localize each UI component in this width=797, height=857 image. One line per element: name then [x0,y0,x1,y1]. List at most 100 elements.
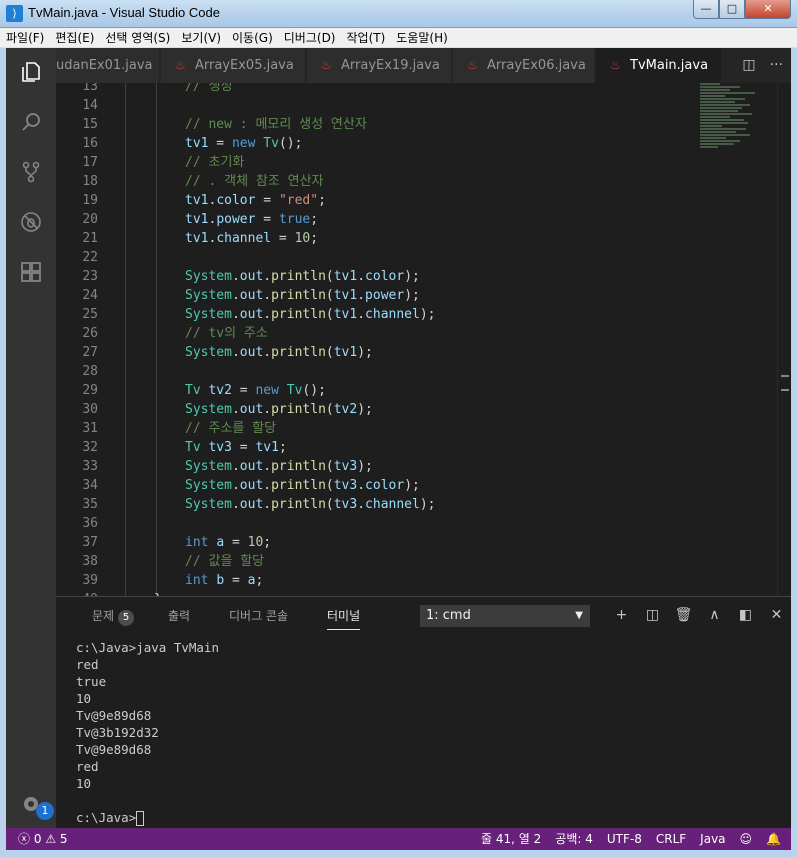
search-icon[interactable] [19,110,43,134]
line-number: 28 [82,364,98,379]
feedback-icon[interactable]: ☺ [740,828,753,850]
close-panel-icon[interactable]: ✕ [761,607,792,623]
menu-selection[interactable]: 선택 영역(S) [105,29,170,46]
code-line[interactable]: 29 Tv tv2 = new Tv(); [56,381,756,400]
minimize-button[interactable]: — [693,0,719,19]
panel-tab-terminal[interactable]: 터미널 [327,607,361,630]
code-line[interactable]: 19 tv1.color = "red"; [56,191,756,210]
code-text: System.out.println(tv2); [185,402,373,417]
encoding[interactable]: UTF-8 [607,828,642,850]
menu-file[interactable]: 파일(F) [6,29,44,46]
line-number: 33 [82,459,98,474]
panel-tab-problems[interactable]: 문제 5 [92,607,135,626]
tab-close-icon[interactable]: ✕ [720,58,721,73]
scroll-marker [781,389,789,391]
menu-go[interactable]: 이동(G) [232,29,273,46]
tab-label: ArrayEx05.java [195,58,294,73]
bell-icon[interactable]: 🔔 [766,828,781,850]
menu-tasks[interactable]: 작업(T) [347,29,386,46]
split-terminal-icon[interactable]: ◫ [637,607,668,623]
code-line[interactable]: 21 tv1.channel = 10; [56,229,756,248]
maximize-button[interactable]: □ [719,0,745,19]
menu-debug[interactable]: 디버그(D) [284,29,336,46]
tab-arrayex19[interactable]: ♨ ArrayEx19.java [307,48,452,83]
panel-tab-output[interactable]: 출력 [168,607,190,624]
code-text: System.out.println(tv1.color); [185,269,420,284]
line-number: 32 [82,440,98,455]
code-line[interactable]: 23 System.out.println(tv1.color); [56,267,756,286]
terminal-select[interactable]: 1: cmd ▼ [420,605,590,627]
code-text: // 생성 [185,83,233,94]
maximize-panel-icon[interactable]: ◧ [730,607,761,623]
code-text: tv1.channel = 10; [185,231,319,246]
code-line[interactable]: 34 System.out.println(tv3.color); [56,476,756,495]
terminal-line: red [76,759,99,774]
code-line[interactable]: 25 System.out.println(tv1.channel); [56,305,756,324]
code-line[interactable]: 22 [56,248,756,267]
terminal-line: Tv@9e89d68 [76,708,152,723]
chevron-up-icon[interactable]: ∧ [699,607,730,623]
terminal-line: Tv@9e89d68 [76,742,152,757]
end-of-line[interactable]: CRLF [656,828,686,850]
new-terminal-icon[interactable]: + [606,607,637,623]
language-mode[interactable]: Java [700,828,725,850]
source-control-icon[interactable] [19,160,43,184]
warning-count: 5 [59,832,68,846]
minimap[interactable] [700,83,770,173]
debug-icon[interactable] [19,210,43,234]
code-text: System.out.println(tv1.channel); [185,307,436,322]
tab-udanex01[interactable]: udanEx01.java [56,48,160,83]
code-line[interactable]: 15 // new : 메모리 생성 연산자 [56,115,756,134]
code-line[interactable]: 37 int a = 10; [56,533,756,552]
line-number: 16 [82,136,98,151]
line-number: 29 [82,383,98,398]
line-number: 37 [82,535,98,550]
tab-arrayex05[interactable]: ♨ ArrayEx05.java [161,48,306,83]
line-number: 18 [82,174,98,189]
code-line[interactable]: 14 [56,96,756,115]
indentation[interactable]: 공백: 4 [555,828,593,850]
code-line[interactable]: 13 // 생성 [56,83,756,96]
cursor-position[interactable]: 줄 41, 열 2 [481,828,541,850]
extensions-icon[interactable] [19,260,43,284]
menu-help[interactable]: 도움말(H) [396,29,448,46]
line-number: 25 [82,307,98,322]
code-line[interactable]: 20 tv1.power = true; [56,210,756,229]
code-line[interactable]: 28 [56,362,756,381]
code-line[interactable]: 18 // . 객체 참조 연산자 [56,172,756,191]
code-editor[interactable]: 13 // 생성 14 15 // new : 메모리 생성 연산자 16 tv1 = ne… [56,83,791,596]
close-window-button[interactable]: ✕ [745,0,791,19]
split-editor-icon[interactable]: ◫ [742,57,755,73]
code-line[interactable]: 32 Tv tv3 = tv1; [56,438,756,457]
code-text: // 주소를 할당 [185,421,277,436]
line-number: 31 [82,421,98,436]
code-line[interactable]: 26 // tv의 주소 [56,324,756,343]
tab-tvmain[interactable]: ♨ TvMain.java ✕ [596,48,722,83]
java-file-icon: ♨ [610,58,621,72]
code-text: // 초기화 [185,155,245,170]
tab-arrayex06[interactable]: ♨ ArrayEx06.java [453,48,595,83]
code-line[interactable]: 39 int b = a; [56,571,756,590]
menu-edit[interactable]: 편집(E) [55,29,94,46]
problems-status[interactable]: ⓧ 0 ⚠ 5 [18,828,68,850]
code-line[interactable]: 16 tv1 = new Tv(); [56,134,756,153]
code-line[interactable]: 24 System.out.println(tv1.power); [56,286,756,305]
more-actions-icon[interactable]: ··· [770,57,783,73]
code-line[interactable]: 17 // 초기화 [56,153,756,172]
code-line[interactable]: 35 System.out.println(tv3.channel); [56,495,756,514]
code-line[interactable]: 31 // 주소를 할당 [56,419,756,438]
terminal-output[interactable]: c:\Java>java TvMain red true 10 Tv@9e89d68 Tv… [76,639,776,826]
code-line[interactable]: 30 System.out.println(tv2); [56,400,756,419]
terminal-line: 10 [76,691,92,706]
code-line[interactable]: 33 System.out.println(tv3); [56,457,756,476]
menu-view[interactable]: 보기(V) [181,29,221,46]
line-number: 19 [82,193,98,208]
panel-tab-debug-console[interactable]: 디버그 콘솔 [229,607,288,624]
error-icon: ⓧ [18,832,31,846]
explorer-icon[interactable] [19,60,43,84]
editor-scrollbar[interactable] [777,83,791,596]
code-line[interactable]: 38 // 값을 할당 [56,552,756,571]
code-line[interactable]: 27 System.out.println(tv1); [56,343,756,362]
trash-icon[interactable]: 🗑 [668,607,699,623]
code-line[interactable]: 36 [56,514,756,533]
